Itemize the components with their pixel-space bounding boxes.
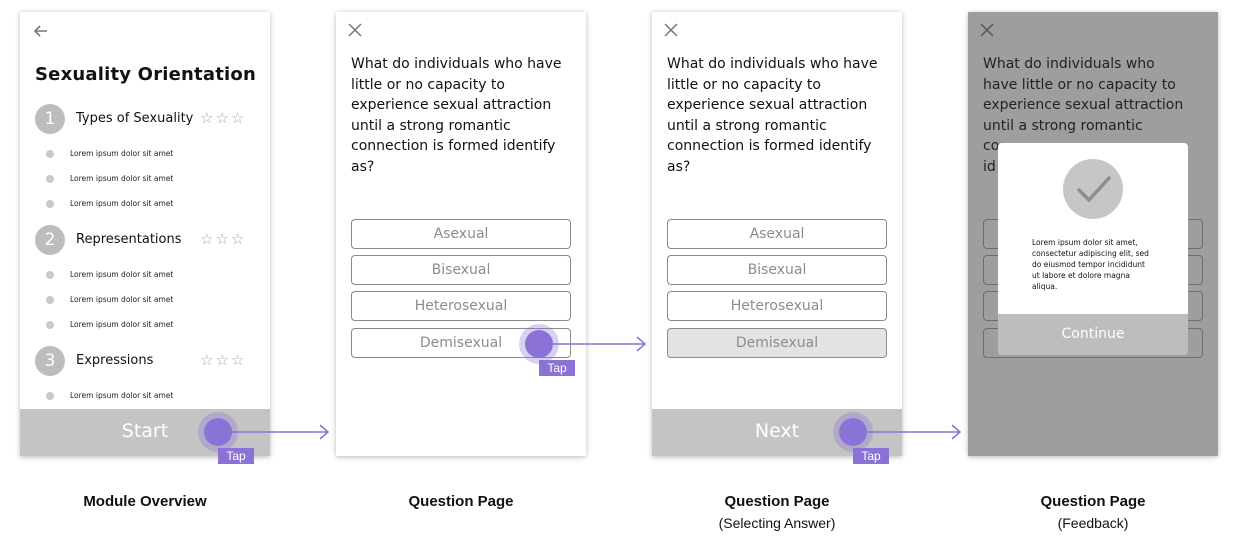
tap-label: Tap <box>218 448 254 464</box>
flow-arrow-3 <box>853 424 962 440</box>
tap-gesture-icon <box>839 418 867 446</box>
flow-arrow-2 <box>540 336 647 352</box>
flow-arrow-1 <box>218 424 330 440</box>
tap-label: Tap <box>539 360 575 376</box>
tap-gesture-icon <box>204 418 232 446</box>
tap-label: Tap <box>853 448 889 464</box>
flow-arrows <box>218 336 962 440</box>
tap-gesture-icon <box>525 330 553 358</box>
